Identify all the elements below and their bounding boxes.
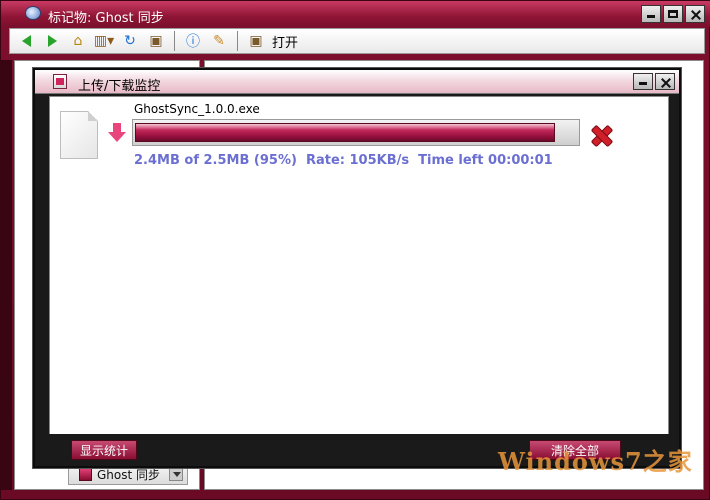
show-stats-button[interactable]: 显示统计 [71,440,137,460]
app-icon [25,6,41,20]
dialog-titlebar[interactable]: 上传/下载监控 [35,70,679,94]
tag-icon[interactable]: ✎ [209,31,229,51]
open-icon[interactable]: ▣ [246,31,266,51]
window-controls [641,5,705,23]
open-button[interactable]: 打开 [272,32,298,51]
toolbar: ⌂ ▥▾ ↻ ▣ ⓘ ✎ ▣ 打开 [9,28,705,54]
refresh-icon[interactable]: ↻ [120,31,140,51]
progress-fill [135,123,555,142]
file-name: GhostSync_1.0.0.exe [134,102,260,116]
ghost-icon[interactable]: ▣ [146,31,166,51]
dialog-title: 上传/下载监控 [78,79,161,94]
dialog-close-button[interactable] [655,73,675,90]
transfer-monitor-dialog: 上传/下载监控 GhostSync_1.0.0.exe 2.4MB of 2.5… [33,68,681,468]
dialog-minimize-button[interactable] [633,73,653,90]
info-icon[interactable]: ⓘ [183,31,203,51]
cancel-transfer-icon[interactable] [590,125,610,145]
file-icon [60,111,98,159]
progress-bar [132,119,580,146]
clear-all-button[interactable]: 清除全部 [529,440,621,460]
transfer-list: GhostSync_1.0.0.exe 2.4MB of 2.5MB (95%)… [49,96,669,458]
toolbar-separator [174,31,175,51]
left-edge-strip [0,60,12,490]
minimize-button[interactable] [641,5,661,23]
download-arrow-icon [108,123,126,143]
tab-label: Ghost 同步 [97,467,161,482]
dialog-controls [633,73,675,90]
close-button[interactable] [685,5,705,23]
view-menu-icon[interactable]: ▥▾ [94,31,114,51]
toolbar-separator [237,31,238,51]
window-titlebar[interactable]: 标记物: Ghost 同步 [1,1,710,27]
transfer-icon [53,74,67,89]
transfer-status: 2.4MB of 2.5MB (95%) Rate: 105KB/s Time … [134,153,553,168]
dropdown-icon[interactable] [169,467,183,481]
maximize-button[interactable] [663,5,683,23]
sync-icon [79,467,92,481]
window-title: 标记物: Ghost 同步 [48,11,164,26]
home-icon[interactable]: ⌂ [68,31,88,51]
forward-icon[interactable] [42,31,62,51]
back-icon[interactable] [16,31,36,51]
